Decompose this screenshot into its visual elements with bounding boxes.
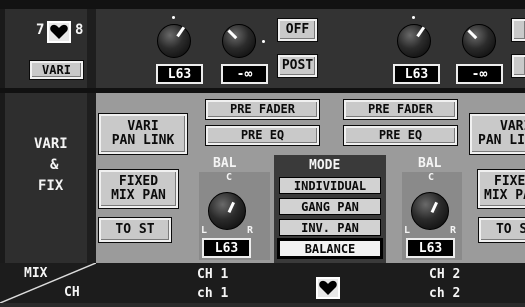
send-level-knob[interactable]: [157, 24, 191, 58]
pre-fader-button-ch2[interactable]: PRE FADER: [343, 99, 458, 120]
vari-pan-link-line2: PAN LINK: [111, 133, 175, 148]
vari-button[interactable]: VARI: [29, 60, 84, 80]
fixed-mix-pan-line1: FIXED: [118, 174, 159, 190]
bal-left-mark: L: [201, 225, 208, 236]
ch-label: CH: [64, 285, 80, 300]
mode-balance[interactable]: BALANCE: [277, 238, 383, 259]
ch1-short-name: ch 1: [197, 286, 229, 301]
side-label-vari: VARI: [34, 136, 68, 152]
to-st-label-ch2: TO ST: [495, 222, 525, 238]
vari-number-right: 8: [75, 22, 84, 38]
vari-pan-link-line1: VARI: [127, 119, 159, 135]
pre-fader-button[interactable]: PRE FADER: [205, 99, 320, 120]
column-divider: [87, 9, 96, 263]
balance-knob[interactable]: [208, 192, 246, 230]
bal-right-mark-ch2: R: [450, 225, 457, 236]
left-edge: [0, 9, 5, 263]
to-st-button[interactable]: TO ST: [98, 217, 172, 243]
send-level-value-ch2: L63: [393, 64, 440, 84]
ch2-name: CH 2: [429, 267, 461, 282]
bal-left-mark-ch2: L: [404, 225, 411, 236]
top-edge: [0, 0, 525, 9]
mix-label: MIX: [24, 266, 48, 281]
off-button[interactable]: OFF: [277, 18, 318, 42]
ch1-name: CH 1: [197, 267, 229, 282]
mode-title: MODE: [309, 158, 341, 173]
bal-center-mark-ch2: C: [428, 172, 435, 183]
post-button[interactable]: POST: [277, 54, 318, 78]
bal-label: BAL: [213, 156, 237, 171]
vari-pan-link-button-ch2[interactable]: VARI PAN LINK: [469, 113, 525, 155]
mode-inv-pan[interactable]: INV. PAN: [279, 219, 381, 236]
send-level-knob-ch2[interactable]: [397, 24, 431, 58]
pair-link-icon[interactable]: [316, 277, 340, 299]
fixed-mix-pan-line1-ch2: FIXED: [494, 174, 525, 190]
mix-ch-corner: [0, 262, 97, 304]
fixed-mix-pan-button[interactable]: FIXED MIX PAN: [98, 169, 179, 209]
send-pan-knob[interactable]: [222, 24, 256, 58]
fixed-mix-pan-line2-ch2: MIX PAN: [484, 188, 525, 203]
pre-eq-button-ch2[interactable]: PRE EQ: [343, 125, 458, 146]
bal-center-mark: C: [226, 172, 233, 183]
vari-fix-panel: 7 8 VARI L63 -∞ OFF POST L63 -∞ VARI & F…: [0, 0, 525, 304]
bal-right-mark: R: [247, 225, 254, 236]
vari-pan-link-line2-ch2: PAN LINK: [478, 133, 525, 148]
send-pan-value-ch2: -∞: [456, 64, 503, 84]
vari-toggle-icon[interactable]: [47, 21, 71, 43]
fixed-mix-pan-button-ch2[interactable]: FIXED MIX PAN: [477, 169, 525, 209]
side-label-and: &: [50, 157, 59, 173]
balance-knob-ch2[interactable]: [411, 192, 449, 230]
side-label-fix: FIX: [38, 178, 64, 194]
vari-number-left: 7: [36, 22, 45, 38]
post-button-ch2-partial[interactable]: [511, 54, 525, 78]
vari-pan-link-line1-ch2: VARI: [500, 119, 525, 135]
send-pan-value: -∞: [221, 64, 268, 84]
vari-pan-link-button[interactable]: VARI PAN LINK: [98, 113, 188, 155]
balance-value-ch2: L63: [406, 238, 455, 258]
balance-value: L63: [202, 238, 251, 258]
off-button-ch2-partial[interactable]: [511, 18, 525, 42]
mode-gang-pan[interactable]: GANG PAN: [279, 198, 381, 215]
bal-label-ch2: BAL: [418, 156, 442, 171]
pre-eq-button[interactable]: PRE EQ: [205, 125, 320, 146]
send-pan-knob-ch2[interactable]: [462, 24, 496, 58]
send-level-value: L63: [156, 64, 203, 84]
mode-individual[interactable]: INDIVIDUAL: [279, 177, 381, 194]
ch2-short-name: ch 2: [429, 286, 461, 301]
to-st-button-ch2[interactable]: TO ST: [478, 217, 525, 243]
fixed-mix-pan-line2: MIX PAN: [111, 188, 166, 203]
